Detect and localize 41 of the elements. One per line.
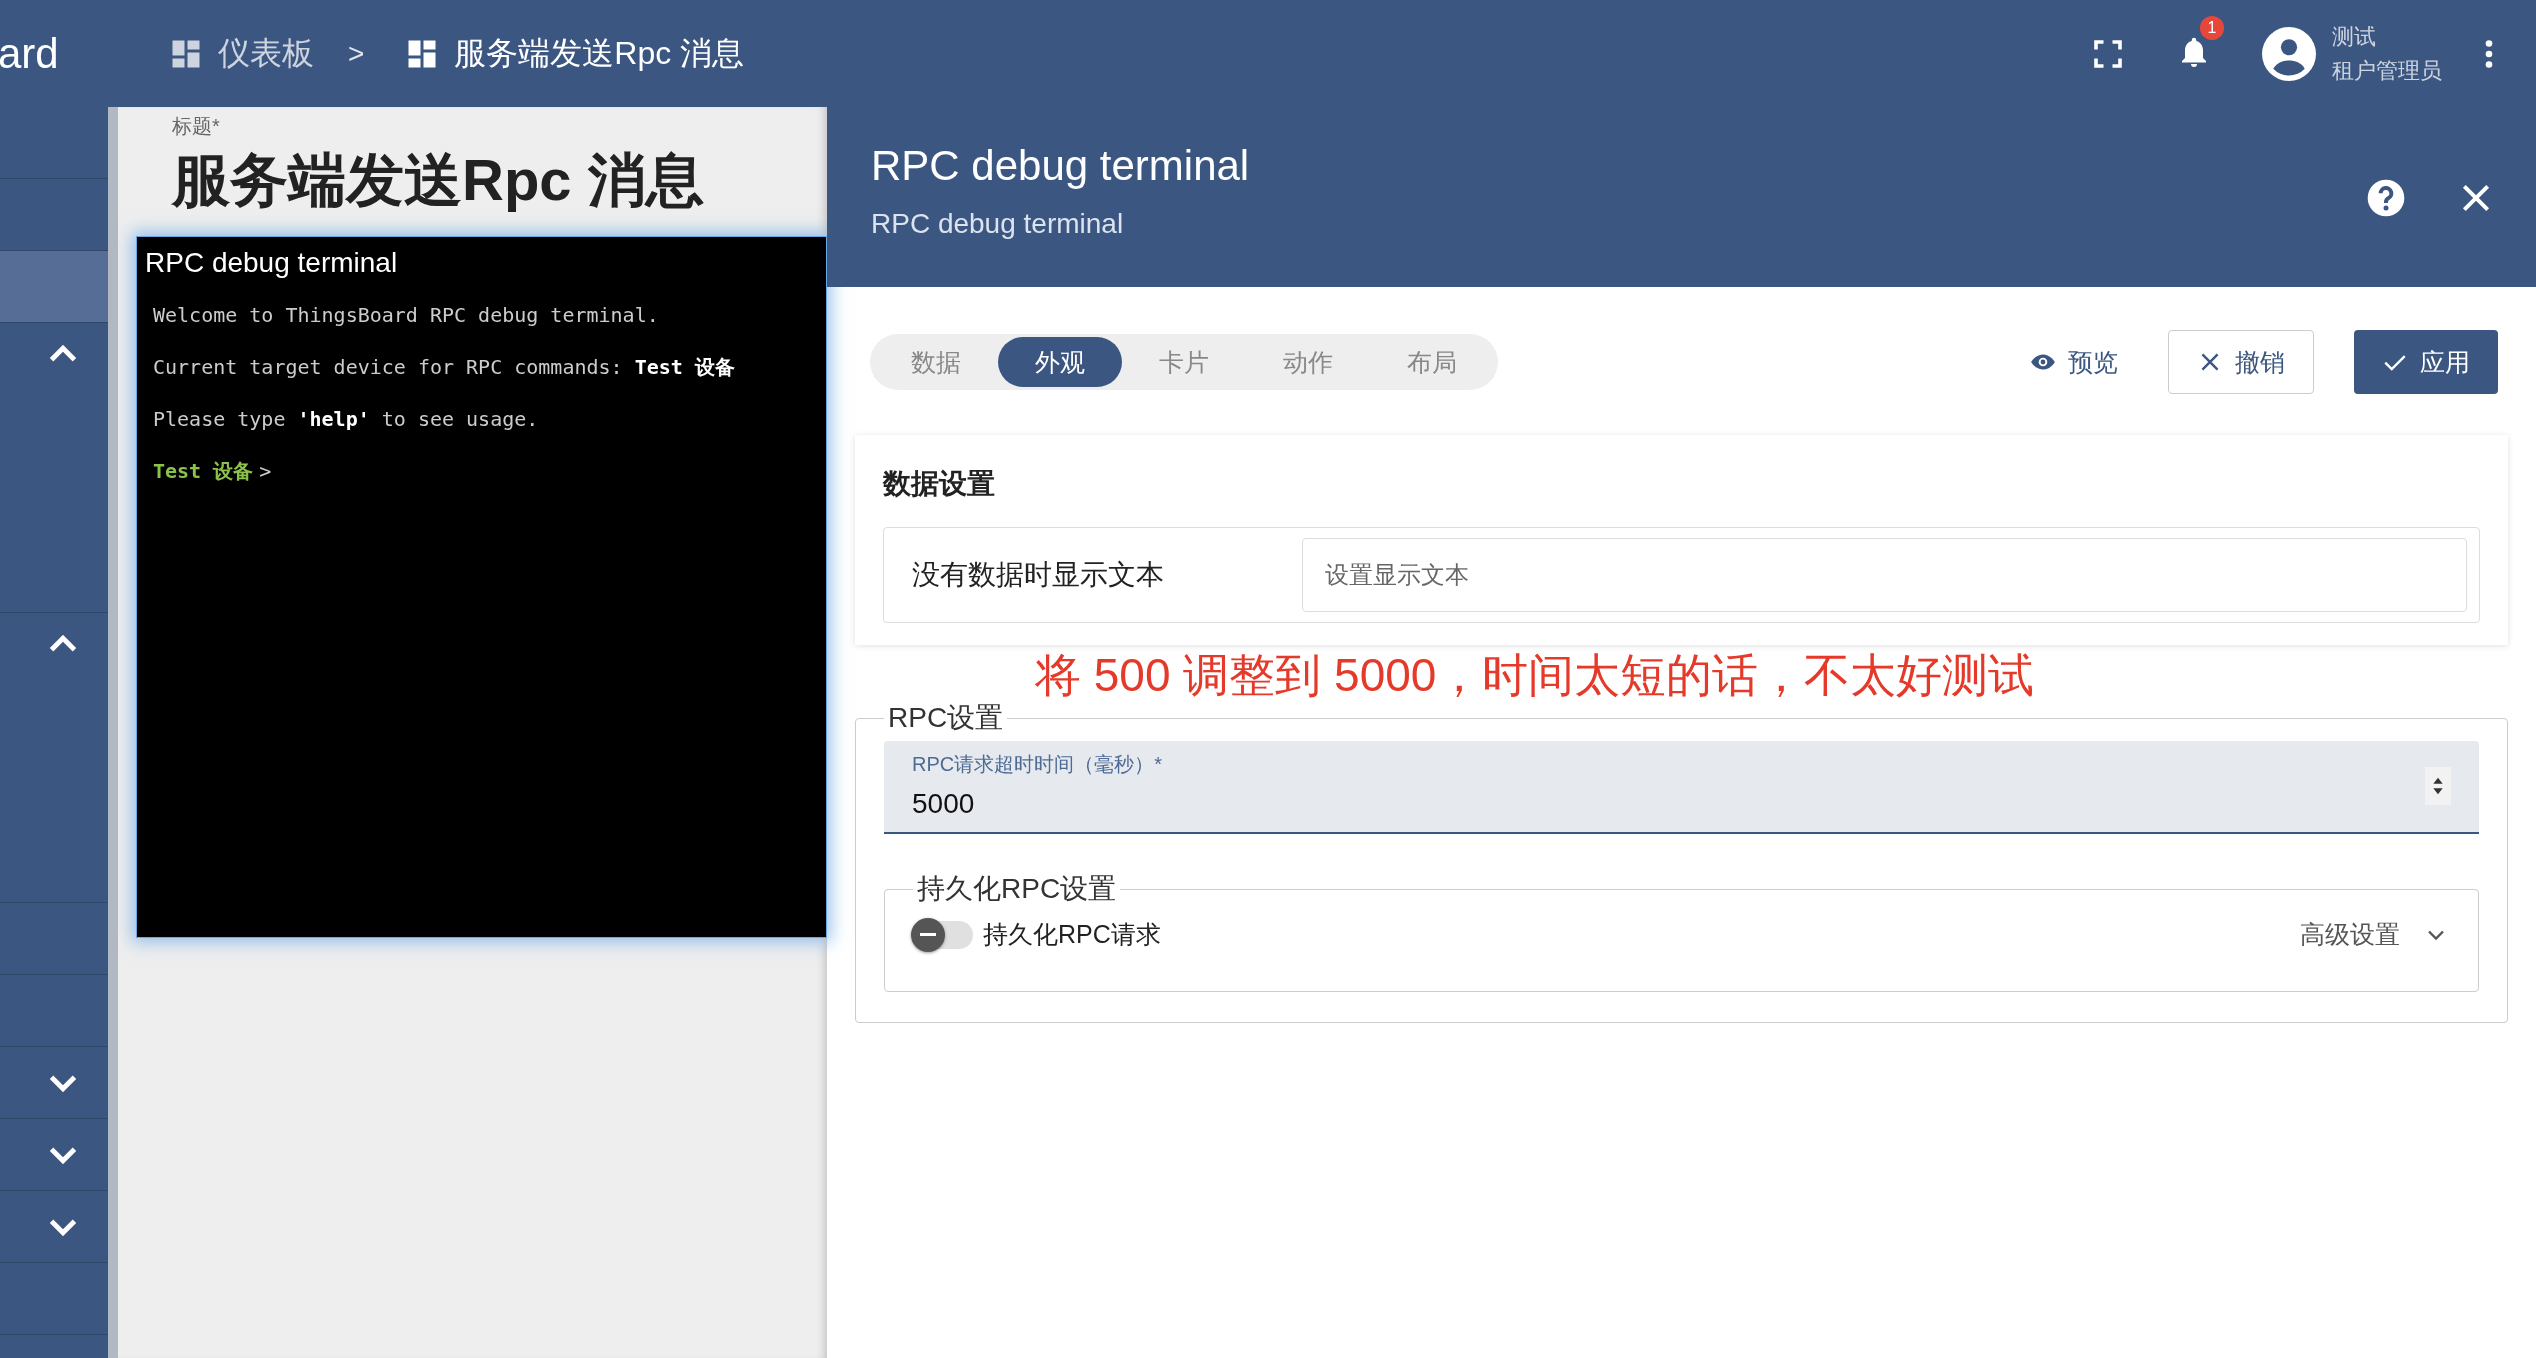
apply-button[interactable]: 应用 [2354, 330, 2498, 394]
timeout-field[interactable]: RPC请求超时时间（毫秒）* 5000 [884, 741, 2479, 834]
group-legend: 持久化RPC设置 [913, 870, 1121, 908]
no-data-text-field[interactable]: 设置显示文本 [1302, 538, 2467, 612]
help-icon[interactable] [2366, 178, 2406, 218]
user-role: 租户管理员 [2332, 56, 2442, 85]
breadcrumb-link[interactable]: 仪表板 [218, 31, 314, 76]
toggle-label: 持久化RPC请求 [983, 919, 1161, 950]
breadcrumb-link[interactable]: 服务端发送Rpc 消息 [454, 31, 745, 76]
section-heading: 数据设置 [883, 467, 996, 501]
app-name: ard [0, 29, 60, 78]
tab[interactable]: 外观 [998, 337, 1122, 387]
notification-badge: 1 [2200, 15, 2224, 40]
field-value: 5000 [912, 788, 976, 820]
prompt-symbol: > [259, 458, 272, 485]
field-label: 没有数据时显示文本 [912, 558, 1165, 592]
dashboard-title: 服务端发送Rpc 消息 [172, 146, 705, 214]
avatar-icon[interactable] [2262, 26, 2316, 81]
chevron-icon [48, 635, 78, 653]
advanced-settings-link[interactable]: 高级设置 [2300, 918, 2400, 951]
field-label: RPC请求超时时间（毫秒）* [912, 752, 1163, 777]
preview-button[interactable]: 预览 [2020, 330, 2128, 394]
spinner-icon[interactable] [2425, 766, 2451, 805]
chevron-icon [48, 1217, 78, 1236]
annotation-text: 将 500 调整到 5000，时间太短的话，不太好测试 [1035, 648, 2036, 703]
terminal-line: Current target device for RPC commands: Test 设备 [152, 354, 736, 381]
toggle-switch[interactable] [913, 920, 973, 949]
panel-title: RPC debug terminal [871, 142, 1251, 190]
widget-title: RPC debug terminal [145, 247, 399, 279]
chevron-icon [48, 345, 78, 363]
panel-subtitle: RPC debug terminal [871, 208, 1125, 240]
terminal-line: Welcome to ThingsBoard RPC debug terminal. [152, 302, 660, 329]
breadcrumb-separator: > [348, 37, 365, 70]
group-legend: RPC设置 [884, 699, 1008, 737]
chevron-icon [48, 1145, 78, 1164]
prompt-device: Test 设备 [153, 458, 254, 485]
title-label: 标题* [172, 114, 221, 139]
chevron-icon [48, 1073, 78, 1092]
cancel-button[interactable]: 撤销 [2168, 330, 2314, 394]
terminal-line: Please type 'help' to see usage. [152, 406, 540, 433]
user-name: 测试 [2332, 22, 2377, 51]
